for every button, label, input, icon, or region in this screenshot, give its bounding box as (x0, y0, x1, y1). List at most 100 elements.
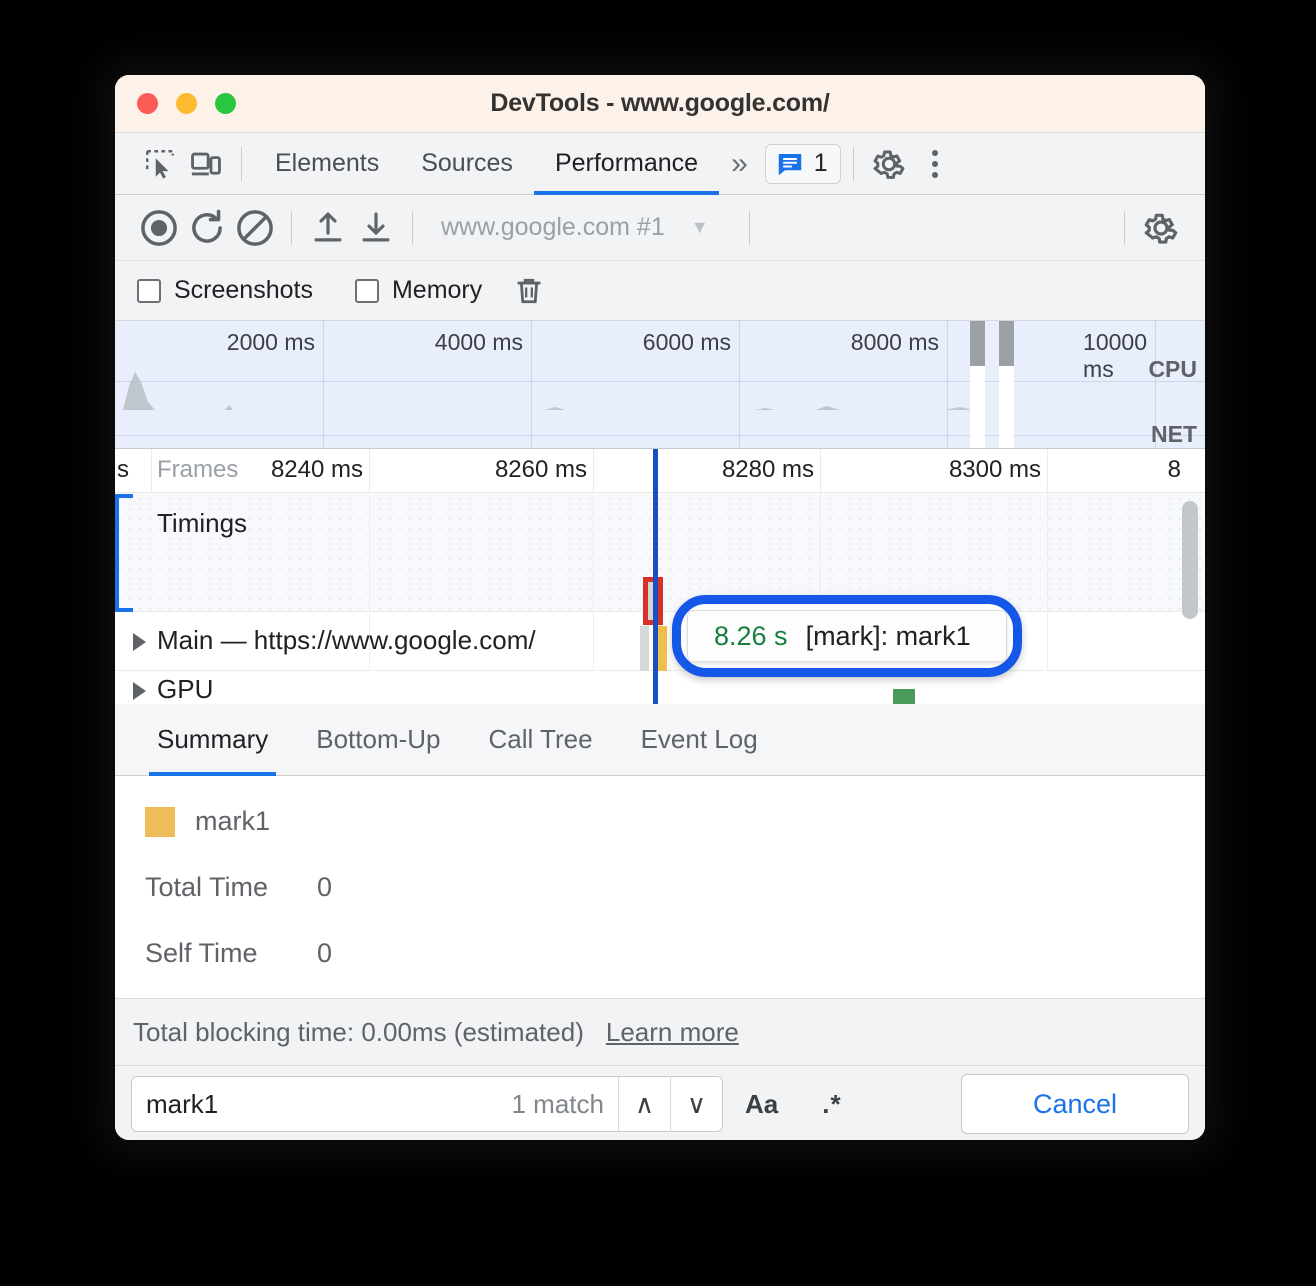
event-tooltip-callout: 8.26 s [mark]: mark1 (672, 595, 1022, 677)
capture-settings-gear-icon[interactable] (1137, 204, 1185, 252)
tab-sources[interactable]: Sources (400, 133, 534, 195)
overview-selection-right-handle[interactable] (999, 321, 1014, 366)
ruler-edge-label: s (117, 456, 129, 484)
window-title: DevTools - www.google.com/ (115, 89, 1205, 118)
overview-selection-left-handle[interactable] (970, 321, 985, 366)
overview-lane-cpu: CPU (1148, 356, 1197, 383)
search-next-button[interactable]: ∨ (670, 1076, 722, 1132)
flame-chart-scrollbar[interactable] (1182, 501, 1198, 619)
ruler-tick-0: 8240 ms (271, 456, 369, 484)
tooltip-name: [mark]: mark1 (806, 621, 971, 652)
cancel-button[interactable]: Cancel (961, 1074, 1189, 1134)
timings-track-selection-bracket (115, 494, 133, 612)
issues-badge[interactable]: 1 (765, 144, 841, 184)
status-bar: Total blocking time: 0.00ms (estimated) … (115, 998, 1205, 1066)
track-main-expand-triangle-icon[interactable] (133, 633, 146, 651)
search-bar: 1 match ∧ ∨ Aa .* Cancel (115, 1066, 1205, 1140)
profile-select[interactable]: www.google.com #1 ▼ (425, 213, 709, 242)
regex-button[interactable]: .* (800, 1089, 863, 1120)
screenshot-root: DevTools - www.google.com/ Elements Sour… (0, 0, 1316, 1286)
summary-row-total-time: Total Time 0 (145, 872, 1205, 903)
tab-elements[interactable]: Elements (254, 133, 400, 195)
performance-toolbar: www.google.com #1 ▼ (115, 195, 1205, 261)
flame-chart-panel[interactable]: s Frames 8240 ms 8260 ms 8280 ms 8300 ms… (115, 449, 1205, 704)
ruler-tick-4: 8 (1168, 456, 1187, 484)
more-tabs-icon[interactable]: » (719, 147, 755, 181)
self-time-label: Self Time (145, 938, 317, 969)
devtools-tab-header: Elements Sources Performance » 1 (115, 133, 1205, 195)
toolbar-separator-3 (749, 211, 750, 245)
ruler-tick-3: 8300 ms (949, 456, 1047, 484)
gear-icon[interactable] (866, 144, 912, 184)
tab-performance[interactable]: Performance (534, 133, 719, 195)
ruler-tick-2: 8280 ms (722, 456, 820, 484)
summary-event-name: mark1 (195, 806, 270, 837)
save-profile-icon[interactable] (352, 204, 400, 252)
load-profile-icon[interactable] (304, 204, 352, 252)
chevron-down-icon: ▼ (691, 217, 709, 238)
timeline-playhead[interactable] (653, 449, 658, 704)
memory-checkbox-box[interactable] (355, 279, 379, 303)
device-toolbar-icon[interactable] (183, 144, 229, 184)
tab-event-log[interactable]: Event Log (617, 704, 782, 776)
overview-tick-1: 4000 ms (435, 329, 531, 356)
frames-track-label: Frames (157, 456, 238, 484)
issues-count: 1 (814, 149, 828, 178)
track-gpu-expand-triangle-icon[interactable] (133, 682, 146, 700)
screenshots-label: Screenshots (174, 276, 313, 305)
toolbar-separator-1 (291, 211, 292, 245)
track-timings-label: Timings (157, 508, 247, 539)
screenshots-checkbox-box[interactable] (137, 279, 161, 303)
record-button-icon[interactable] (135, 204, 183, 252)
timeline-overview[interactable]: 2000 ms 4000 ms 6000 ms 8000 ms 10000 ms… (115, 321, 1205, 449)
total-blocking-time-text: Total blocking time: 0.00ms (estimated) (133, 1017, 584, 1048)
tooltip-time: 8.26 s (714, 621, 788, 652)
search-match-count: 1 match (512, 1089, 619, 1120)
profile-select-label: www.google.com #1 (441, 213, 665, 242)
inspect-element-icon[interactable] (137, 144, 183, 184)
overview-tick-3: 8000 ms (851, 329, 947, 356)
learn-more-link[interactable]: Learn more (606, 1017, 739, 1048)
header-separator-2 (853, 147, 854, 181)
toolbar-separator-2 (412, 211, 413, 245)
header-separator (241, 147, 242, 181)
overview-tick-4: 10000 ms (1083, 329, 1155, 383)
total-time-value: 0 (317, 872, 332, 903)
total-time-label: Total Time (145, 872, 317, 903)
detail-tabs: Summary Bottom-Up Call Tree Event Log (115, 704, 1205, 776)
memory-label: Memory (392, 276, 482, 305)
screenshots-checkbox[interactable]: Screenshots (137, 276, 313, 305)
summary-event-row: mark1 (145, 806, 1205, 837)
overview-tick-2: 6000 ms (643, 329, 739, 356)
track-gpu[interactable]: GPU (115, 672, 1205, 704)
overview-lane-net: NET (1151, 421, 1197, 448)
search-prev-button[interactable]: ∧ (618, 1076, 670, 1132)
issues-message-icon (775, 149, 805, 179)
tab-summary[interactable]: Summary (133, 704, 292, 776)
search-box[interactable]: 1 match ∧ ∨ (131, 1076, 723, 1132)
event-color-swatch (145, 807, 175, 837)
match-case-button[interactable]: Aa (723, 1089, 800, 1120)
trash-icon[interactable] (512, 274, 546, 308)
kebab-menu-icon[interactable] (912, 144, 958, 184)
event-tooltip: 8.26 s [mark]: mark1 (687, 610, 1007, 662)
devtools-window: DevTools - www.google.com/ Elements Sour… (115, 75, 1205, 1140)
track-main-label: Main — https://www.google.com/ (157, 625, 536, 656)
track-gpu-label: GPU (157, 674, 213, 704)
overview-tick-0: 2000 ms (227, 329, 323, 356)
self-time-value: 0 (317, 938, 332, 969)
memory-checkbox[interactable]: Memory (355, 276, 482, 305)
ruler-tick-1: 8260 ms (495, 456, 593, 484)
reload-and-record-icon[interactable] (183, 204, 231, 252)
tab-bottom-up[interactable]: Bottom-Up (292, 704, 464, 776)
gpu-track-green-mark[interactable] (893, 689, 915, 704)
summary-pane: mark1 Total Time 0 Self Time 0 (115, 776, 1205, 998)
search-input[interactable] (132, 1089, 512, 1120)
main-track-bar-gray[interactable] (640, 626, 649, 671)
summary-row-self-time: Self Time 0 (145, 938, 1205, 969)
flame-chart-ruler: s Frames 8240 ms 8260 ms 8280 ms 8300 ms… (115, 449, 1205, 493)
toolbar-separator-4 (1124, 211, 1125, 245)
capture-options-row: Screenshots Memory (115, 261, 1205, 321)
clear-recording-icon[interactable] (231, 204, 279, 252)
tab-call-tree[interactable]: Call Tree (465, 704, 617, 776)
